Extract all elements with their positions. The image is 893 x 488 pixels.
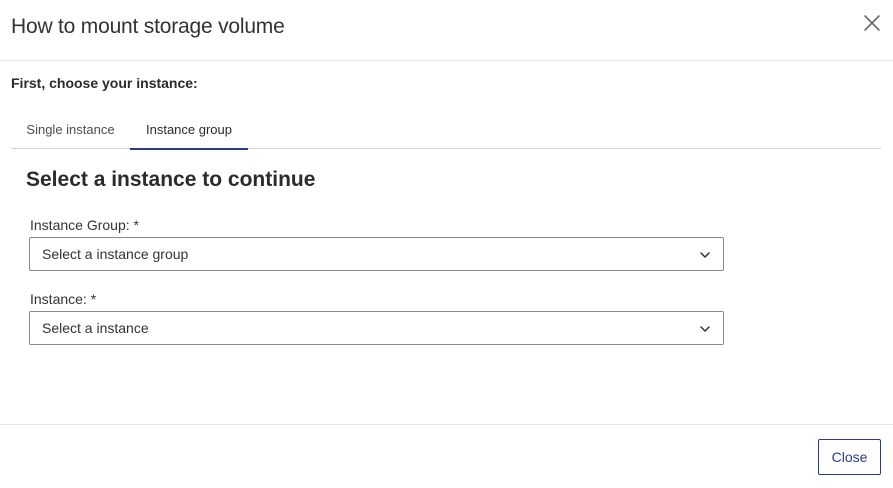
instance-group-select-value: Select a instance group [42, 246, 189, 262]
chevron-down-icon [699, 323, 711, 335]
instance-select[interactable]: Select a instance [29, 311, 724, 345]
close-icon[interactable] [862, 13, 882, 33]
tab-instance-group[interactable]: Instance group [130, 112, 248, 150]
modal-header: How to mount storage volume [0, 0, 893, 61]
tab-single-instance[interactable]: Single instance [11, 112, 130, 149]
chevron-down-icon [699, 249, 711, 261]
instance-group-select[interactable]: Select a instance group [29, 237, 724, 271]
instance-select-value: Select a instance [42, 320, 149, 336]
close-button[interactable]: Close [818, 439, 881, 475]
instance-tabs: Single instance Instance group [11, 112, 881, 150]
modal-title: How to mount storage volume [11, 15, 285, 38]
modal-footer: Close [0, 424, 893, 488]
mount-storage-modal: How to mount storage volume First, choos… [0, 0, 893, 488]
instance-group-label: Instance Group: * [30, 217, 139, 233]
choose-instance-prompt: First, choose your instance: [11, 75, 198, 91]
section-title: Select a instance to continue [26, 168, 316, 191]
instance-label: Instance: * [30, 291, 97, 307]
